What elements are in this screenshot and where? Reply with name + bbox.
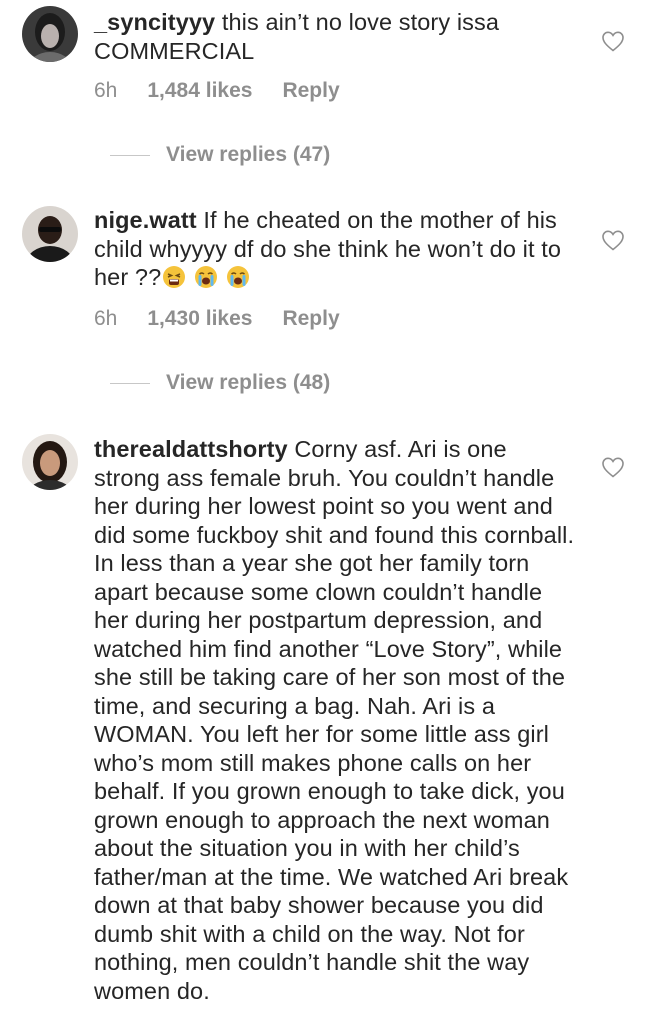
comment-text: therealdattshorty Corny asf. Ari is one … — [94, 435, 576, 1005]
comment-text: _syncityyy this ain’t no love story issa… — [94, 8, 576, 65]
comment-time: 6h — [94, 307, 118, 330]
username-link[interactable]: nige.watt — [94, 207, 197, 233]
sob-emoji — [227, 266, 250, 288]
likes-count[interactable]: 1,484 likes — [147, 79, 252, 103]
comment-message: Corny asf. Ari is one strong ass female … — [94, 436, 575, 1004]
view-replies-label: View replies (48) — [166, 371, 331, 394]
reply-button[interactable]: Reply — [282, 307, 339, 331]
divider-line — [110, 382, 150, 384]
heart-outline-icon[interactable] — [601, 229, 625, 251]
avatar[interactable] — [22, 6, 78, 62]
tired-face-emoji — [163, 266, 186, 288]
comment-text: nige.watt If he cheated on the mother of… — [94, 206, 576, 292]
view-replies-label: View replies (47) — [166, 143, 331, 166]
divider-line — [110, 154, 150, 156]
reply-button[interactable]: Reply — [282, 79, 339, 103]
avatar[interactable] — [22, 434, 78, 490]
comment-meta: 6h 1,430 likes Reply — [94, 307, 340, 331]
view-replies-button[interactable]: View replies (48) — [94, 371, 330, 395]
comment-time: 6h — [94, 79, 118, 102]
username-link[interactable]: _syncityyy — [94, 9, 215, 35]
comment-meta: 6h 1,484 likes Reply — [94, 79, 340, 103]
view-replies-button[interactable]: View replies (47) — [94, 143, 330, 167]
heart-outline-icon[interactable] — [601, 456, 625, 478]
username-link[interactable]: therealdattshorty — [94, 436, 288, 462]
heart-outline-icon[interactable] — [601, 30, 625, 52]
avatar[interactable] — [22, 206, 78, 262]
likes-count[interactable]: 1,430 likes — [147, 307, 252, 331]
sob-emoji — [195, 266, 218, 288]
